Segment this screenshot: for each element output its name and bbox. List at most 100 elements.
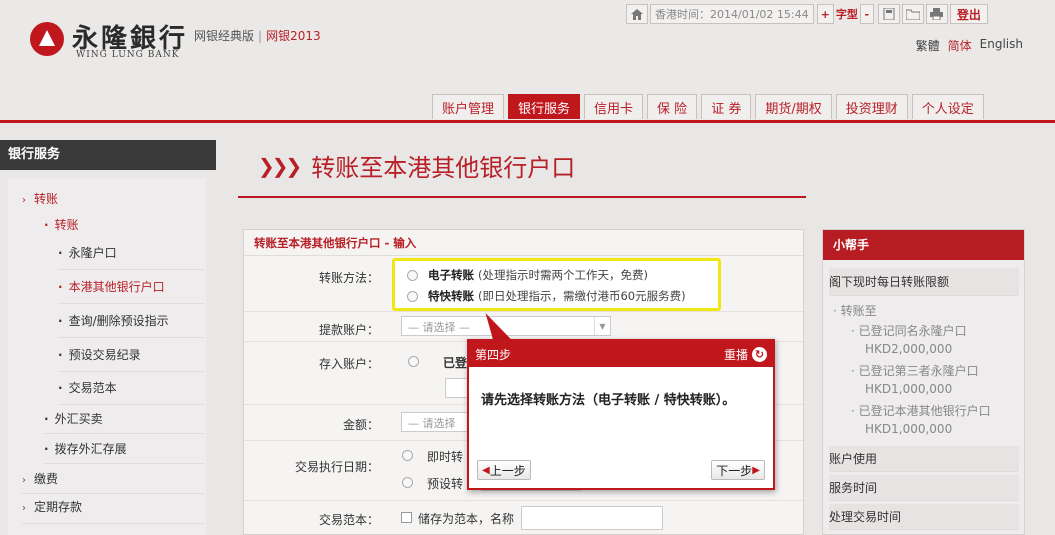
credit-registered-radio[interactable] (408, 356, 419, 367)
amount-label: 金额： (342, 418, 379, 432)
sidebar-item-fx-trading[interactable]: · 外汇买卖 (44, 410, 204, 434)
debit-account-value: — 请选择 — (408, 321, 470, 334)
sidebar: 银行服务 › 转账 · 转账 · 永隆户口 · 本港其他银行户口 · 查询/删除预设指示 … (0, 140, 216, 535)
helper-processing-time[interactable]: 处理交易时间 (829, 504, 1019, 530)
sidebar-item-label: 永隆户口 (68, 246, 117, 260)
font-increase-button[interactable]: + (816, 4, 834, 24)
prev-step-label: 上一步 (489, 463, 526, 478)
sidebar-item-label: 定期存款 (34, 500, 83, 514)
calculator-button[interactable] (877, 4, 900, 24)
font-label: 字型 (835, 8, 858, 21)
method-option-express[interactable]: 特快转账 (即日处理指示，需缴付港币60元服务费) (407, 288, 686, 304)
next-step-button[interactable]: 下一步 ▶ (711, 460, 765, 480)
sidebar-item-transfer-sub[interactable]: · 转账 (44, 216, 79, 233)
title-divider (238, 196, 806, 198)
helper-limit-amount: HKD1,000,000 (865, 382, 953, 396)
template-name-input[interactable] (521, 506, 663, 530)
credit-registered-label: 已登 (443, 356, 468, 370)
chevron-down-icon: ▼ (594, 317, 610, 335)
save-template-checkbox[interactable] (401, 512, 412, 523)
font-decrease-button[interactable]: - (859, 4, 874, 24)
sidebar-item-label: 外汇买卖 (54, 412, 103, 426)
helper-limit-label: 已登记本港其他银行户口 (858, 404, 991, 418)
debit-account-label: 提款账户： (318, 323, 379, 337)
bullet-icon: · (851, 404, 855, 418)
currency-value: — 请选择 (408, 417, 456, 430)
electronic-transfer-name: 电子转账 (428, 268, 474, 282)
tab-futures-options[interactable]: 期货/期权 (755, 94, 832, 119)
helper-panel: 小帮手 阁下现时每日转账限额 · 转账至 · 已登记同名永隆户口 HKD2,00… (822, 229, 1025, 535)
lang-simplified-link[interactable]: 简体 (948, 37, 972, 54)
classic-edition-link[interactable]: 网银经典版 (194, 29, 254, 43)
header: 永隆銀行 WING LUNG BANK 网银经典版 | 网银2013 香港时间：20… (0, 0, 1055, 122)
sidebar-item-label: 拨存外汇存展 (54, 442, 127, 456)
language-switch: 繁體 简体 English (908, 37, 1023, 54)
bullet-icon: · (851, 364, 855, 378)
replay-icon: ↻ (752, 346, 767, 362)
bullet-icon: · (851, 324, 855, 338)
helper-daily-limit[interactable]: 阁下现时每日转账限额 (829, 268, 1019, 296)
home-icon (631, 8, 643, 20)
replay-button[interactable]: 重播 ↻ (724, 346, 767, 363)
bullet-icon: · (58, 348, 63, 362)
lang-traditional-link[interactable]: 繁體 (916, 37, 940, 54)
tab-personal-settings[interactable]: 个人设定 (911, 94, 984, 119)
bullet-icon: · (58, 280, 63, 294)
tab-investment[interactable]: 投资理财 (835, 94, 908, 119)
sidebar-item-preset-records[interactable]: · 预设交易纪录 (58, 346, 204, 372)
logout-button[interactable]: 登出 (949, 4, 988, 24)
sidebar-title: 银行服务 (0, 140, 216, 170)
tab-credit-card[interactable]: 信用卡 (584, 94, 644, 119)
helper-service-hours[interactable]: 服务时间 (829, 475, 1019, 501)
tab-insurance[interactable]: 保 险 (647, 94, 698, 119)
exec-preset-label: 预设转 (427, 477, 464, 491)
font-size-control: + 字型 - (816, 4, 874, 24)
save-template-label: 储存为范本，名称 (418, 512, 515, 526)
sidebar-item-label: 转账 (34, 192, 59, 206)
sidebar-item-templates[interactable]: · 交易范本 (58, 379, 204, 405)
helper-limit-item: · 已登记第三者永隆户口 (851, 362, 979, 379)
helper-account-usage[interactable]: 账户使用 (829, 446, 1019, 472)
exec-preset-radio[interactable] (402, 477, 413, 488)
prev-step-button[interactable]: ◀ 上一步 (477, 460, 531, 480)
sidebar-item-query-delete[interactable]: · 查询/删除预设指示 (58, 312, 204, 338)
method-highlight: 电子转账 (处理指示时需两个工作天，免费) 特快转账 (即日处理指示，需缴付港币… (392, 258, 721, 311)
sidebar-item-time-deposit[interactable]: › 定期存款 (22, 498, 204, 524)
currency-select[interactable]: — 请选择 (401, 412, 471, 432)
debit-account-row: 提款账户： — 请选择 — ▼ (244, 312, 803, 342)
edition-2013-link[interactable]: 网银2013 (266, 29, 321, 43)
exec-now-radio[interactable] (402, 450, 413, 461)
edition-separator: | (258, 29, 263, 43)
sidebar-item-wing-lung-account[interactable]: · 永隆户口 (58, 244, 204, 270)
replay-label: 重播 (723, 347, 748, 362)
tab-securities[interactable]: 证 券 (701, 94, 752, 119)
lang-english-link[interactable]: English (980, 37, 1023, 54)
triangle-right-icon: ▶ (752, 464, 760, 476)
helper-transfer-to: · 转账至 (833, 302, 877, 319)
sidebar-item-transfer[interactable]: › 转账 (22, 190, 58, 207)
sidebar-item-pay-bills[interactable]: › 缴费 (22, 470, 204, 494)
top-toolbar: 香港时间：2014/01/02 15:44 + 字型 - 登出 (626, 3, 988, 25)
popup-message: 请先选择转账方法（电子转账 / 特快转账）。 (481, 393, 736, 408)
tutorial-popup: 第四步 重播 ↻ 请先选择转账方法（电子转账 / 特快转账）。 ◀ 上一步 下一步… (467, 339, 775, 490)
method-label: 转账方法： (318, 271, 379, 285)
page-title-text: 转账至本港其他银行户口 (311, 154, 576, 182)
tab-account-management[interactable]: 账户管理 (432, 94, 505, 119)
credit-account-label: 存入账户： (318, 357, 379, 371)
electronic-transfer-radio[interactable] (407, 269, 418, 281)
print-button[interactable] (925, 4, 948, 24)
tab-banking-services[interactable]: 银行服务 (508, 94, 581, 119)
chevron-right-icon: › (22, 503, 26, 514)
sidebar-item-label: 查询/删除预设指示 (68, 314, 169, 328)
express-transfer-radio[interactable] (407, 290, 418, 302)
sidebar-item-fx-deposit[interactable]: · 拨存外汇存展 (44, 440, 204, 464)
bank-name-en: WING LUNG BANK (76, 50, 180, 60)
method-option-electronic[interactable]: 电子转账 (处理指示时需两个工作天，免费) (407, 267, 648, 283)
triangle-left-icon: ◀ (482, 464, 490, 476)
folder-icon (905, 9, 920, 20)
home-button[interactable] (626, 4, 648, 24)
bank-logo-icon[interactable] (30, 22, 64, 56)
popup-header: 第四步 重播 ↻ (469, 341, 773, 367)
sidebar-item-other-bank-account[interactable]: · 本港其他银行户口 (58, 278, 204, 304)
folder-button[interactable] (901, 4, 924, 24)
